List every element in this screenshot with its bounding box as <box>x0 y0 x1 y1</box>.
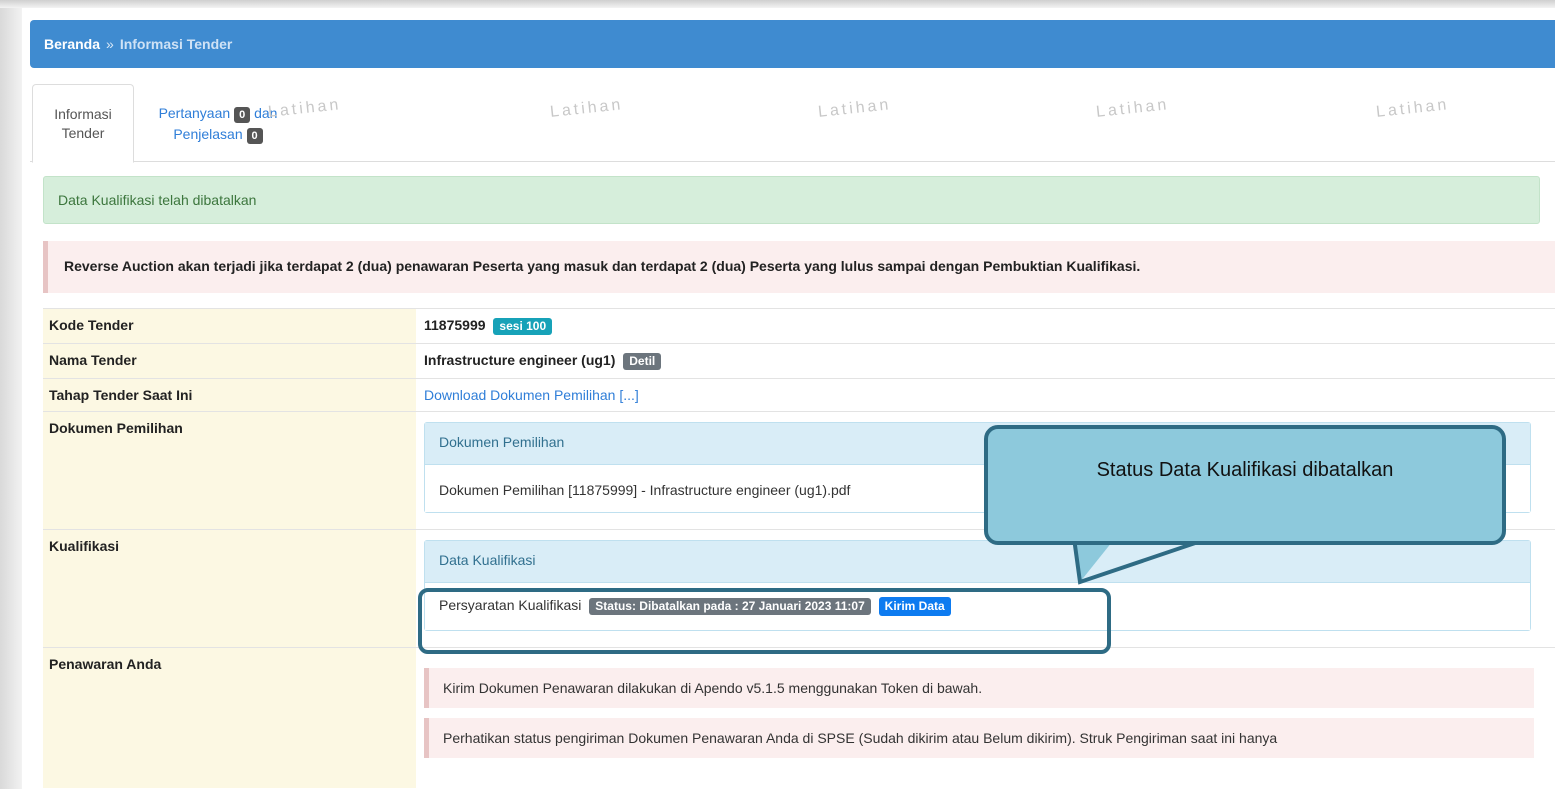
tab-informasi-label-2: Tender <box>61 125 105 141</box>
tender-info-table: Kode Tender 11875999 sesi 100 Nama Tende… <box>43 308 1555 788</box>
reverse-auction-warning: Reverse Auction akan terjadi jika terdap… <box>43 241 1555 293</box>
penjelasan-count-badge: 0 <box>246 128 263 144</box>
annotation-callout: Status Data Kualifikasi dibatalkan <box>984 425 1506 545</box>
breadcrumb: Beranda » Informasi Tender <box>30 20 1555 68</box>
dokumen-pemilihan-label: Dokumen Pemilihan <box>43 411 416 530</box>
tab-penjelasan-label: Penjelasan <box>173 126 243 142</box>
table-row: Kode Tender 11875999 sesi 100 <box>43 308 1555 344</box>
kode-tender-label: Kode Tender <box>43 308 416 344</box>
tab-bar: Informasi Tender Pertanyaan 0 dan Penjel… <box>30 84 1555 163</box>
tab-informasi-label-1: Informasi <box>54 106 112 122</box>
table-row: Tahap Tender Saat Ini Download Dokumen P… <box>43 378 1555 412</box>
success-alert: Data Kualifikasi telah dibatalkan <box>43 176 1540 224</box>
tab-pertanyaan-penjelasan[interactable]: Pertanyaan 0 dan Penjelasan 0 <box>148 84 288 162</box>
breadcrumb-current: Informasi Tender <box>119 36 233 52</box>
table-row: Penawaran Anda Kirim Dokumen Penawaran d… <box>43 647 1555 788</box>
breadcrumb-separator: » <box>106 36 114 52</box>
penawaran-note-1: Kirim Dokumen Penawaran dilakukan di Ape… <box>424 668 1534 708</box>
pertanyaan-count-badge: 0 <box>234 107 251 123</box>
tab-informasi-tender[interactable]: Informasi Tender <box>32 84 134 163</box>
kualifikasi-highlight <box>418 588 1111 654</box>
nama-tender-label: Nama Tender <box>43 343 416 379</box>
tahap-tender-link[interactable]: Download Dokumen Pemilihan [...] <box>424 387 639 403</box>
penawaran-label: Penawaran Anda <box>43 647 416 788</box>
nama-tender-value: Infrastructure engineer (ug1) <box>424 352 616 368</box>
frame-shadow-left <box>0 0 22 789</box>
detil-button[interactable]: Detil <box>623 353 662 370</box>
annotation-callout-text: Status Data Kualifikasi dibatalkan <box>1096 459 1394 481</box>
kualifikasi-panel-title: Data Kualifikasi <box>425 541 1530 582</box>
tab-pertanyaan-label: Pertanyaan <box>158 105 231 121</box>
frame-shadow-top <box>0 0 1555 8</box>
penawaran-note-2: Perhatikan status pengiriman Dokumen Pen… <box>424 718 1534 758</box>
tahap-tender-label: Tahap Tender Saat Ini <box>43 378 416 412</box>
breadcrumb-home-link[interactable]: Beranda <box>44 36 100 52</box>
kode-tender-value: 11875999 <box>424 317 486 333</box>
dokumen-file-link[interactable]: Dokumen Pemilihan [11875999] - Infrastru… <box>439 482 850 498</box>
table-row: Nama Tender Infrastructure engineer (ug1… <box>43 343 1555 379</box>
kualifikasi-label: Kualifikasi <box>43 529 416 648</box>
sesi-badge: sesi 100 <box>493 318 553 335</box>
